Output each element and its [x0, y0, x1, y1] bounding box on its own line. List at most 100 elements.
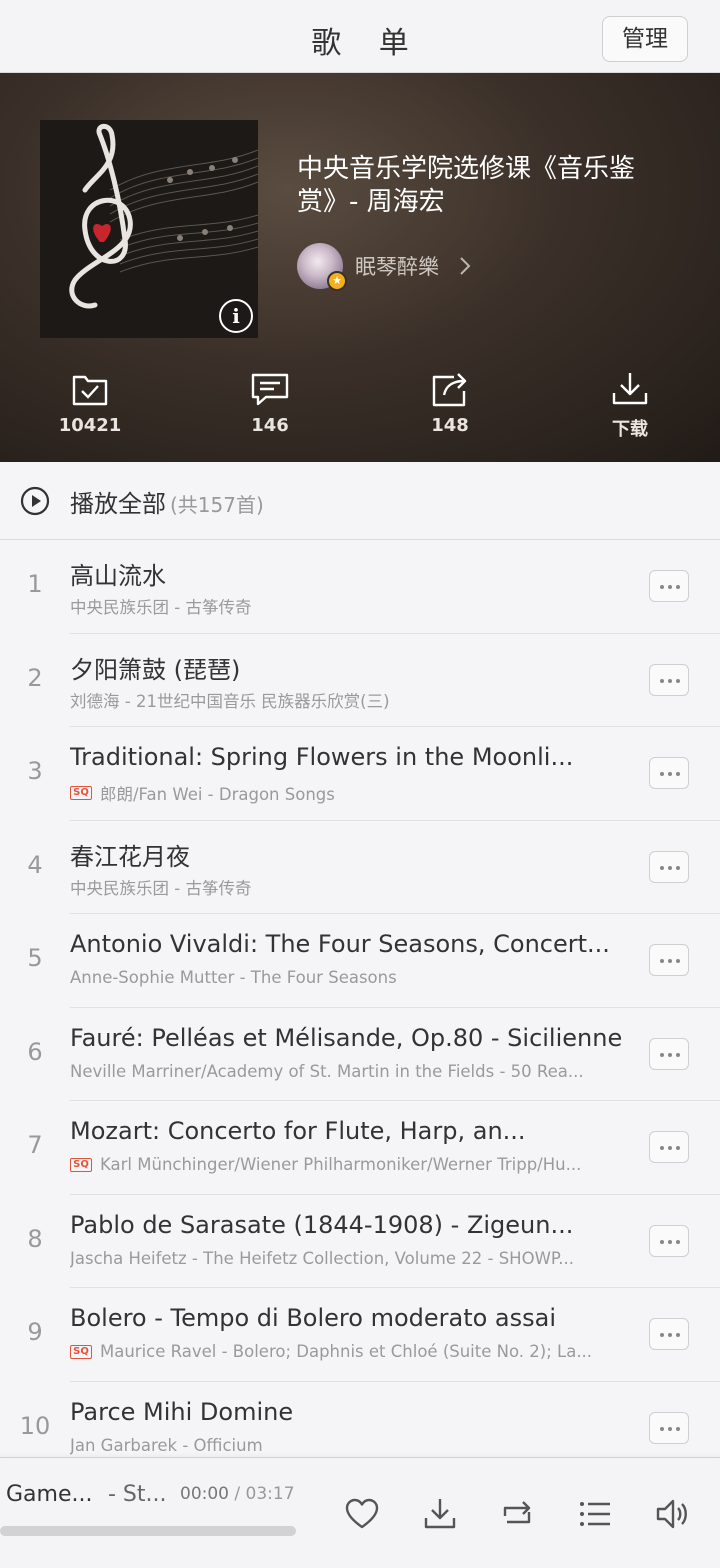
song-artist-album: Maurice Ravel - Bolero; Daphnis et Chloé…	[100, 1342, 593, 1361]
song-subtitle: Jascha Heifetz - The Heifetz Collection,…	[70, 1249, 622, 1268]
sq-badge: SQ	[70, 1344, 92, 1359]
download-icon	[612, 373, 648, 405]
now-playing-title[interactable]: Game...	[6, 1482, 92, 1507]
song-number: 6	[27, 1037, 43, 1066]
play-circle-icon	[20, 486, 50, 516]
manage-button[interactable]: 管理	[602, 16, 688, 62]
song-row[interactable]: 5 Antonio Vivaldi: The Four Seasons, Conc…	[27, 914, 720, 1008]
info-icon[interactable]: i	[219, 299, 253, 333]
mini-player: Game... - St... 00:00 / 03:17	[0, 1457, 720, 1568]
song-artist-album: Neville Marriner/Academy of St. Martin i…	[70, 1061, 584, 1081]
download-icon[interactable]	[422, 1496, 458, 1532]
song-row[interactable]: 4 春江花月夜中央民族乐团 - 古筝传奇	[27, 821, 720, 914]
song-row[interactable]: 2 夕阳箫鼓 (琵琶) 刘德海 - 21世纪中国音乐 民族器乐欣赏(三)	[27, 634, 720, 727]
play-all-label: 播放全部	[70, 490, 166, 518]
repeat-icon[interactable]	[499, 1496, 535, 1532]
elapsed-time: 00:00	[180, 1484, 229, 1504]
collect-check-icon	[72, 375, 108, 406]
more-options-icon[interactable]	[649, 663, 689, 696]
song-subtitle: 中央民族乐团 - 古筝传奇	[70, 594, 622, 618]
more-options-icon[interactable]	[649, 1037, 689, 1070]
song-title: 春江花月夜	[70, 842, 190, 871]
playlist-header: i 中央音乐学院选修课《音乐鉴赏》- 周海宏 ★ 眠琴醉樂 10421 146	[0, 73, 720, 462]
song-artist-album: 中央民族乐团 - 古筝传奇	[70, 878, 252, 898]
song-number: 10	[19, 1411, 51, 1440]
share-icon	[432, 373, 467, 407]
song-subtitle: SQ Maurice Ravel - Bolero; Daphnis et Chl…	[70, 1342, 622, 1361]
more-options-icon[interactable]	[649, 1224, 689, 1257]
song-title: Traditional: Spring Flowers in the Moonl…	[70, 743, 574, 771]
playback-time: 00:00 / 03:17	[180, 1484, 295, 1504]
song-artist-album: 刘德海 - 21世纪中国音乐 民族器乐欣赏(三)	[70, 691, 390, 711]
more-options-icon[interactable]	[649, 570, 689, 602]
more-options-icon[interactable]	[649, 1411, 689, 1444]
song-title: Mozart: Concerto for Flute, Harp, an...	[70, 1117, 526, 1145]
more-options-icon[interactable]	[649, 757, 689, 789]
download-label: 下载	[612, 419, 648, 440]
sq-badge: SQ	[70, 786, 92, 800]
song-number: 3	[27, 757, 43, 785]
song-row[interactable]: 1 高山流水中央民族乐团 - 古筝传奇	[27, 540, 720, 634]
comment-icon	[251, 373, 289, 406]
heart-icon[interactable]	[344, 1496, 380, 1532]
collect-button[interactable]: 10421	[30, 369, 150, 436]
song-title: Bolero - Tempo di Bolero moderato assai	[70, 1304, 557, 1332]
share-count: 148	[431, 415, 469, 436]
song-number: 2	[27, 663, 43, 692]
song-number: 1	[27, 570, 43, 598]
song-row[interactable]: 8 Pablo de Sarasate (1844-1908) - Zigeun.…	[27, 1195, 720, 1288]
song-artist-album: Anne-Sophie Mutter - The Four Seasons	[70, 968, 397, 987]
song-row[interactable]: 10 Parce Mihi Domine Jan Garbarek - Offici…	[20, 1382, 720, 1457]
creator-row[interactable]: ★ 眠琴醉樂	[297, 243, 477, 291]
now-playing-artist[interactable]: - St...	[108, 1482, 167, 1507]
song-subtitle: 刘德海 - 21世纪中国音乐 民族器乐欣赏(三)	[70, 688, 622, 712]
song-title: 夕阳箫鼓 (琵琶)	[70, 655, 241, 684]
duration-time: 03:17	[245, 1484, 295, 1504]
song-title: Fauré: Pelléas et Mélisande, Op.80 - Sic…	[70, 1023, 623, 1052]
share-button[interactable]: 148	[390, 369, 510, 436]
song-subtitle: SQ 郎朗/Fan Wei - Dragon Songs	[70, 781, 622, 805]
playlist-actions: 10421 146 148 下载	[0, 369, 720, 449]
song-subtitle: 中央民族乐团 - 古筝传奇	[70, 875, 622, 899]
song-number: 9	[27, 1318, 43, 1346]
song-row[interactable]: 3 Traditional: Spring Flowers in the Moon…	[27, 727, 720, 821]
song-subtitle: Anne-Sophie Mutter - The Four Seasons	[70, 968, 622, 987]
song-subtitle: Neville Marriner/Academy of St. Martin i…	[70, 1062, 622, 1081]
song-artist-album: 郎朗/Fan Wei - Dragon Songs	[100, 785, 335, 804]
avatar: ★	[297, 243, 347, 291]
sq-badge: SQ	[70, 1157, 92, 1172]
song-number: 4	[27, 850, 43, 879]
more-options-icon[interactable]	[649, 850, 689, 883]
song-artist-album: Karl Münchinger/Wiener Philharmoniker/We…	[100, 1155, 582, 1174]
chevron-right-icon	[460, 257, 471, 275]
playlist-title: 中央音乐学院选修课《音乐鉴赏》- 周海宏	[297, 154, 636, 217]
collect-count: 10421	[58, 415, 122, 436]
song-row[interactable]: 6 Fauré: Pelléas et Mélisande, Op.80 - Si…	[27, 1008, 720, 1101]
volume-icon[interactable]	[655, 1496, 691, 1532]
star-badge-icon: ★	[327, 271, 347, 291]
download-button[interactable]: 下载	[570, 369, 690, 441]
time-separator: /	[229, 1484, 246, 1504]
song-number: 5	[27, 944, 43, 972]
navbar: 歌 单 管理	[0, 0, 720, 73]
more-options-icon[interactable]	[649, 1131, 689, 1163]
song-artist-album: 中央民族乐团 - 古筝传奇	[70, 598, 252, 617]
song-title: Antonio Vivaldi: The Four Seasons, Conce…	[70, 930, 610, 958]
progress-bar[interactable]	[0, 1526, 296, 1536]
song-row[interactable]: 9 Bolero - Tempo di Bolero moderato assai…	[27, 1288, 720, 1382]
song-title: Pablo de Sarasate (1844-1908) - Zigeun..…	[70, 1210, 574, 1239]
song-artist-album: Jascha Heifetz - The Heifetz Collection,…	[70, 1248, 574, 1268]
comment-button[interactable]: 146	[210, 369, 330, 436]
comment-count: 146	[251, 415, 289, 436]
play-all-row[interactable]: 播放全部 (共157首)	[0, 462, 720, 540]
song-title: Parce Mihi Domine	[70, 1397, 294, 1426]
playlist-icon[interactable]	[577, 1496, 613, 1532]
song-count: (共157首)	[170, 493, 264, 517]
playlist-cover[interactable]: i	[40, 120, 258, 338]
song-row[interactable]: 7 Mozart: Concerto for Flute, Harp, an...…	[27, 1101, 720, 1195]
more-options-icon[interactable]	[649, 1318, 689, 1350]
more-options-icon[interactable]	[649, 944, 689, 976]
song-list: 1 高山流水中央民族乐团 - 古筝传奇 2 夕阳箫鼓 (琵琶) 刘德海 - 21世纪中国…	[0, 540, 720, 1456]
song-title: 高山流水	[70, 562, 166, 590]
song-number: 8	[27, 1224, 43, 1253]
